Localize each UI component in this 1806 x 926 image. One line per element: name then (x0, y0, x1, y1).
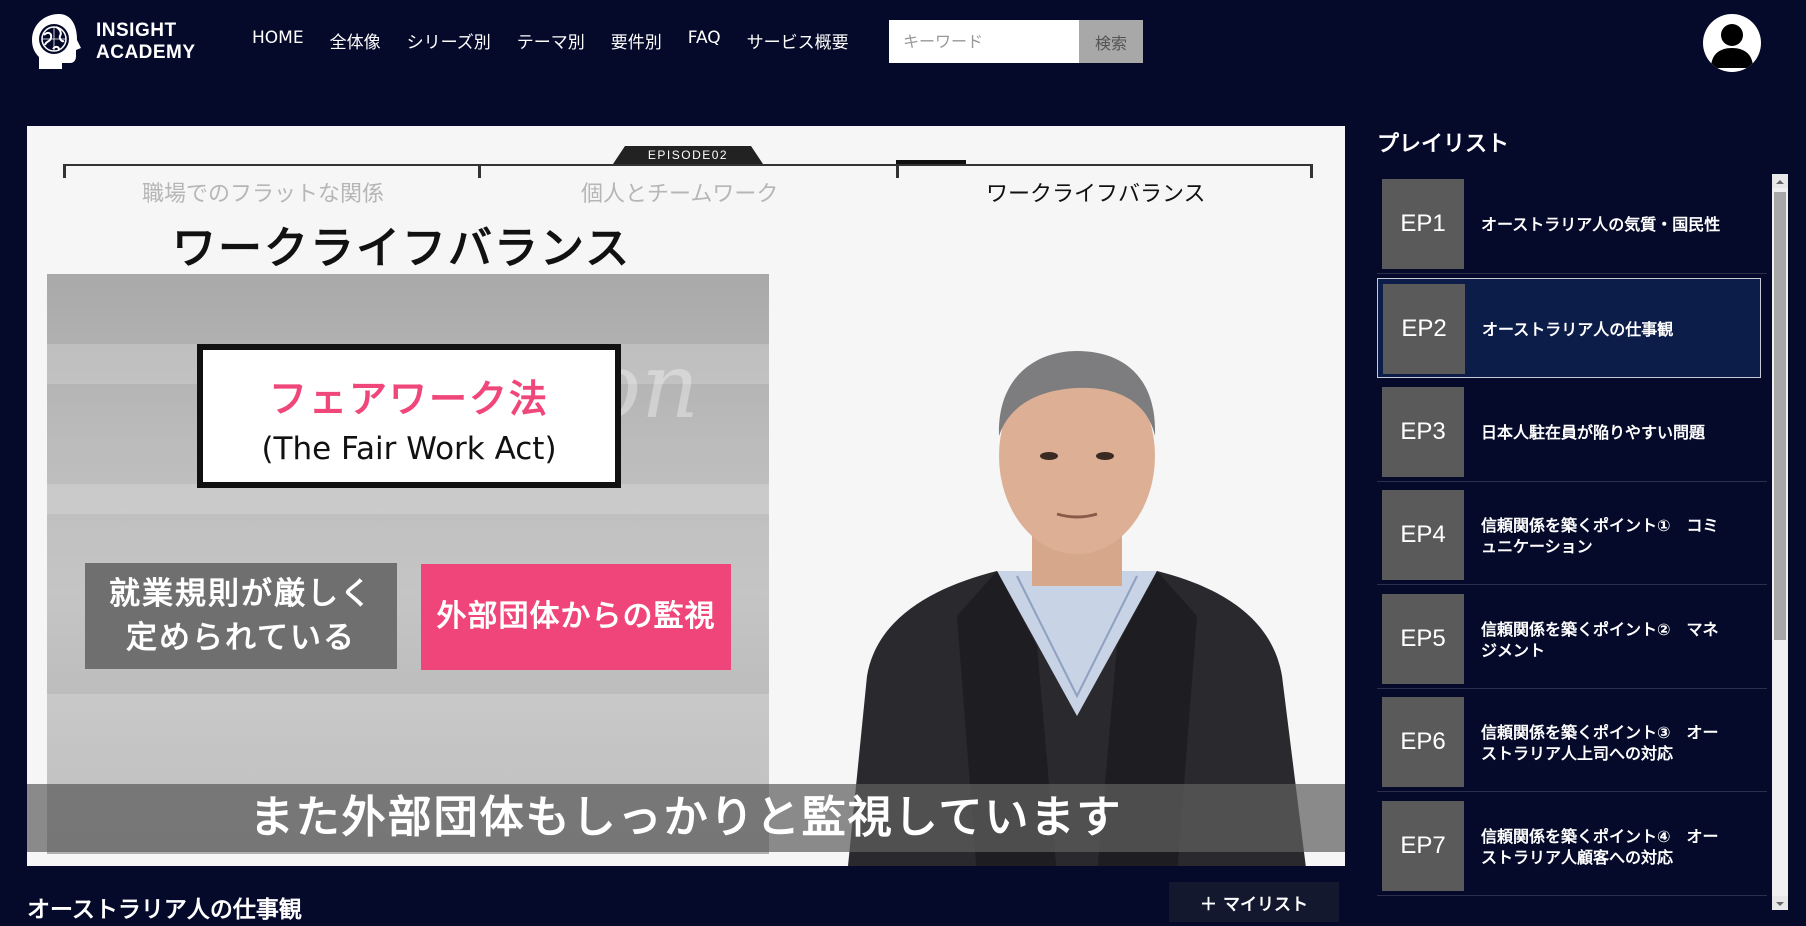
episode-badge: EPISODE02 (613, 146, 763, 164)
playlist-item-selected[interactable]: EP2 オーストラリア人の仕事観 (1377, 278, 1761, 378)
photo-band (47, 484, 769, 514)
playlist-item[interactable]: EP3 日本人駐在員が陥りやすい問題 (1377, 382, 1767, 482)
segment-label-active: ワークライフバランス (986, 182, 1206, 207)
main-nav: HOME 全体像 シリーズ別 テーマ別 要件別 FAQ サービス概要 (252, 28, 875, 53)
episode-title-line-2: ジメント (1481, 641, 1546, 660)
nav-by-requirement[interactable]: 要件別 (611, 28, 662, 53)
video-title: オーストラリア人の仕事観 (27, 897, 302, 923)
episode-title: 信頼関係を築くポイント② マネ ジメント (1481, 619, 1751, 661)
user-avatar-icon[interactable] (1703, 14, 1761, 72)
search-input[interactable] (889, 20, 1079, 63)
segment-label: 個人とチームワーク (581, 182, 779, 207)
search-button[interactable]: 検索 (1079, 20, 1143, 63)
callout-gray-line-2: 定められている (125, 620, 357, 656)
playlist-item[interactable]: EP7 信頼関係を築くポイント④ オー ストラリア人顧客への対応 (1377, 796, 1767, 896)
segment-label: 職場でのフラットな関係 (142, 182, 385, 207)
slide-title: ワークライフバランス (172, 223, 632, 274)
playlist-item[interactable]: EP5 信頼関係を築くポイント② マネ ジメント (1377, 589, 1767, 689)
law-name-japanese: フェアワーク法 (268, 377, 549, 421)
episode-title-line-1: 信頼関係を築くポイント③ オー (1481, 723, 1719, 742)
episode-thumbnail: EP7 (1382, 801, 1464, 891)
insight-academy-logo[interactable]: INSIGHT ACADEMY (26, 9, 206, 75)
search-bar: 検索 (889, 20, 1143, 63)
episode-title-line-2: ストラリア人顧客への対応 (1481, 848, 1674, 867)
episode-title-line-1: 信頼関係を築くポイント② マネ (1481, 620, 1719, 639)
logo-line-2: ACADEMY (96, 42, 196, 63)
logo-line-1: INSIGHT (96, 20, 177, 41)
nav-overview[interactable]: 全体像 (330, 28, 381, 53)
episode-title-line-2: ュニケーション (1481, 537, 1593, 556)
episode-badge-area: EPISODE02 (27, 146, 1345, 166)
add-to-mylist-button[interactable]: ＋ マイリスト (1169, 882, 1339, 922)
episode-title: オーストラリア人の気質・国民性 (1481, 215, 1721, 234)
nav-home[interactable]: HOME (252, 28, 304, 53)
episode-title: 日本人駐在員が陥りやすい問題 (1481, 423, 1706, 442)
photo-band (47, 694, 769, 784)
scroll-down-arrow-icon[interactable] (1772, 896, 1788, 910)
timeline-line (63, 164, 1313, 166)
episode-thumbnail: EP4 (1382, 490, 1464, 580)
playlist: EP1 オーストラリア人の気質・国民性 EP2 オーストラリア人の仕事観 EP3… (1377, 174, 1767, 910)
nav-service-overview[interactable]: サービス概要 (747, 28, 849, 53)
timeline-tick (478, 164, 481, 178)
episode-title-line-1: 信頼関係を築くポイント④ オー (1481, 827, 1719, 846)
timeline-tick (63, 164, 66, 178)
nav-faq[interactable]: FAQ (688, 28, 721, 53)
timeline-tick (1310, 164, 1313, 178)
playlist-heading: プレイリスト (1377, 132, 1510, 157)
episode-thumbnail: EP1 (1382, 179, 1464, 269)
episode-thumbnail: EP6 (1382, 697, 1464, 787)
law-name-english: (The Fair Work Act) (261, 431, 557, 467)
nav-by-theme[interactable]: テーマ別 (517, 28, 585, 53)
scrollbar-thumb[interactable] (1774, 192, 1786, 640)
callout-strict-rules: 就業規則が厳しく 定められている (85, 563, 397, 669)
episode-title: オーストラリア人の仕事観 (1482, 320, 1674, 339)
playlist-item[interactable]: EP4 信頼関係を築くポイント① コミ ュニケーション (1377, 485, 1767, 585)
episode-thumbnail: EP5 (1382, 594, 1464, 684)
video-player[interactable]: EPISODE02 職場でのフラットな関係 個人とチームワーク ワークライフバラ… (27, 126, 1345, 866)
playlist-item[interactable]: EP6 信頼関係を築くポイント③ オー ストラリア人上司への対応 (1377, 692, 1767, 792)
episode-thumbnail: EP2 (1383, 284, 1465, 374)
law-name-box: フェアワーク法 (The Fair Work Act) (197, 344, 621, 488)
subtitle-caption: また外部団体もしっかりと監視しています (27, 784, 1345, 852)
nav-by-series[interactable]: シリーズ別 (407, 28, 491, 53)
episode-title: 信頼関係を築くポイント① コミ ュニケーション (1481, 515, 1751, 557)
callout-external-monitoring: 外部団体からの監視 (421, 564, 731, 670)
episode-title: 信頼関係を築くポイント④ オー ストラリア人顧客への対応 (1481, 826, 1751, 868)
callout-gray-line-1: 就業規則が厳しく (109, 576, 373, 612)
logo-wordmark: INSIGHT ACADEMY (96, 20, 196, 64)
episode-thumbnail: EP3 (1382, 387, 1464, 477)
episode-title: 信頼関係を築くポイント③ オー ストラリア人上司への対応 (1481, 722, 1751, 764)
playlist-scrollbar[interactable] (1772, 174, 1788, 910)
episode-title-line-2: ストラリア人上司への対応 (1481, 744, 1674, 763)
site-header: INSIGHT ACADEMY HOME 全体像 シリーズ別 テーマ別 要件別 … (0, 0, 1806, 86)
globe-head-icon (26, 11, 88, 73)
episode-title-line-1: 信頼関係を築くポイント① コミ (1481, 516, 1719, 535)
scroll-up-arrow-icon[interactable] (1772, 174, 1788, 188)
timeline-tick (896, 164, 899, 178)
timeline-active-marker (896, 160, 966, 164)
playlist-item[interactable]: EP1 オーストラリア人の気質・国民性 (1377, 174, 1767, 274)
